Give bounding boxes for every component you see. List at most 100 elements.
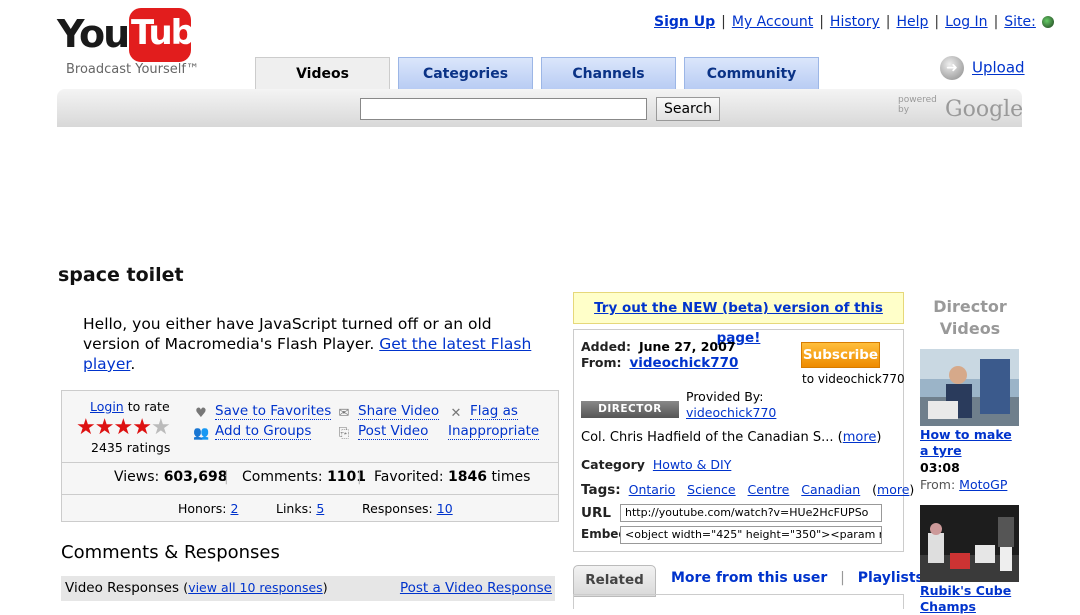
description-more-link[interactable]: more (843, 430, 877, 445)
star-icon[interactable]: ★ (76, 415, 96, 440)
inappropriate-action[interactable]: Inappropriate (448, 423, 540, 440)
responses-link[interactable]: 10 (437, 501, 453, 516)
to-rate-text: to rate (127, 399, 170, 414)
tab-community[interactable]: Community (684, 57, 819, 90)
provided-by-link[interactable]: videochick770 (686, 405, 776, 420)
url-field[interactable]: http://youtube.com/watch?v=HUe2HcFUPSo (620, 504, 882, 522)
envelope-icon: ✉ (338, 406, 350, 421)
added-label: Added: (581, 339, 631, 354)
from-label: From: (581, 355, 622, 370)
post-video-action[interactable]: ⎘ Post Video (336, 423, 429, 441)
tab-categories[interactable]: Categories (398, 57, 533, 90)
description-text: Col. Chris Hadfield of the Canadian S... (581, 430, 834, 445)
stats-divider: | (224, 469, 229, 485)
flag-action[interactable]: ✕ Flag as (448, 403, 518, 421)
upload-link[interactable]: Upload (972, 59, 1025, 77)
search-bar: Search powered by Google (57, 89, 1024, 127)
add-groups-action[interactable]: 👥 Add to Groups (193, 423, 312, 441)
view-all-responses-link[interactable]: view all 10 responses (188, 580, 323, 595)
save-favorites-link[interactable]: Save to Favorites (215, 403, 332, 420)
share-video-link[interactable]: Share Video (358, 403, 440, 420)
star-icon[interactable]: ★ (151, 415, 171, 440)
director-video-title-link[interactable]: Rubik's Cube Champs (920, 583, 1020, 615)
video-info-box: Added: June 27, 2007 From: videochick770… (573, 329, 914, 552)
director-video-from-link[interactable]: MotoGP (959, 477, 1007, 492)
embed-field[interactable]: <object width="425" height="350"><param … (620, 526, 882, 544)
honors-link[interactable]: 2 (230, 501, 238, 516)
group-icon: 👥 (193, 426, 210, 441)
director-badge: DIRECTOR (581, 401, 679, 418)
subscribe-button[interactable]: Subscribe (801, 342, 880, 368)
tag-link[interactable]: Ontario (629, 482, 676, 497)
my-account-link[interactable]: My Account (732, 14, 813, 30)
subscribe-to-text: to videochick770 (802, 372, 905, 386)
login-link[interactable]: Log In (945, 14, 987, 30)
favorited-stat: Favorited: 1846 times (374, 469, 530, 485)
director-video-from-label: From: (920, 477, 956, 492)
director-video-duration: 03:08 (920, 460, 960, 475)
star-icon[interactable]: ★ (113, 415, 133, 440)
tag-link[interactable]: Canadian (801, 482, 860, 497)
star-icon[interactable]: ★ (132, 415, 152, 440)
tab-playlists[interactable]: Playlists (858, 570, 924, 586)
views-label: Views: (114, 469, 160, 485)
post-icon: ⎘ (338, 426, 350, 441)
description: Col. Chris Hadfield of the Canadian S...… (581, 430, 882, 445)
added-row: Added: June 27, 2007 (581, 339, 736, 354)
post-video-link[interactable]: Post Video (358, 423, 429, 440)
video-thumbnail[interactable] (920, 349, 1019, 426)
tags-more-link[interactable]: more (877, 482, 909, 497)
bottom-tab-links: More from this user | Playlists (671, 570, 924, 586)
tab-related[interactable]: Related (573, 565, 656, 597)
rating-actions-box: Login to rate ★★★★★ 2435 ratings ♥ Save t… (61, 390, 559, 522)
video-thumbnail[interactable] (920, 505, 1019, 582)
inappropriate-link[interactable]: Inappropriate (448, 423, 540, 440)
tags-label: Tags: (581, 482, 621, 498)
save-favorites-action[interactable]: ♥ Save to Favorites (193, 403, 332, 421)
google-logo: Google (945, 97, 1024, 122)
youtube-logo[interactable]: You Tube Broadcast Yourself™ (57, 8, 216, 78)
search-input[interactable] (360, 98, 647, 120)
from-user-link[interactable]: videochick770 (629, 355, 738, 371)
stats-row: Views: 603,698 | Comments: 1101 | Favori… (62, 462, 558, 494)
video-title: space toilet (58, 264, 184, 286)
share-video-action[interactable]: ✉ Share Video (336, 403, 440, 421)
video-responses-bar: Video Responses (view all 10 responses) … (61, 576, 555, 601)
favorited-count: 1846 (448, 469, 487, 485)
add-groups-link[interactable]: Add to Groups (215, 423, 312, 440)
links-link[interactable]: 5 (316, 501, 324, 516)
director-videos-title: Director Videos (933, 297, 1007, 338)
history-link[interactable]: History (830, 14, 880, 30)
globe-icon[interactable] (1041, 16, 1054, 28)
tab-content-frame (573, 594, 904, 609)
help-link[interactable]: Help (896, 14, 928, 30)
comments-heading: Comments & Responses (61, 542, 280, 563)
tag-link[interactable]: Science (687, 482, 735, 497)
star-icon[interactable]: ★ (95, 415, 115, 440)
tab-channels[interactable]: Channels (541, 57, 676, 90)
site-link[interactable]: Site: (1004, 14, 1036, 30)
top-nav: Sign Up | My Account | History | Help | Log In | S… (654, 14, 1054, 30)
director-video-title-link[interactable]: How to make a tyre (920, 427, 1020, 459)
flash-message-end: . (130, 355, 136, 373)
upload-arrow-icon[interactable]: ➜ (940, 56, 964, 80)
honors-label: Honors: (178, 501, 227, 516)
signup-link[interactable]: Sign Up (654, 14, 715, 30)
search-button[interactable]: Search (656, 97, 720, 121)
post-video-response-link[interactable]: Post a Video Response (400, 580, 552, 596)
rating-stars[interactable]: ★★★★★ (76, 415, 171, 440)
tag-link[interactable]: Centre (748, 482, 790, 497)
tab-more-from-user[interactable]: More from this user (671, 570, 827, 586)
logo-tube-box: Tube (129, 8, 216, 62)
comments-stat: Comments: 1101 (242, 469, 366, 485)
category-link[interactable]: Howto & DIY (653, 457, 731, 472)
flag-as-link[interactable]: Flag as (470, 403, 518, 420)
comments-label: Comments: (242, 469, 323, 485)
flash-player-message: Hello, you either have JavaScript turned… (83, 314, 553, 374)
views-count: 603,698 (163, 469, 228, 485)
favorited-suffix: times (491, 469, 531, 485)
upload-link-wrap[interactable]: ➜ Upload (940, 56, 1025, 80)
heart-icon: ♥ (195, 406, 207, 421)
login-to-rate-link[interactable]: Login (90, 399, 124, 414)
tab-videos[interactable]: Videos (255, 57, 390, 91)
